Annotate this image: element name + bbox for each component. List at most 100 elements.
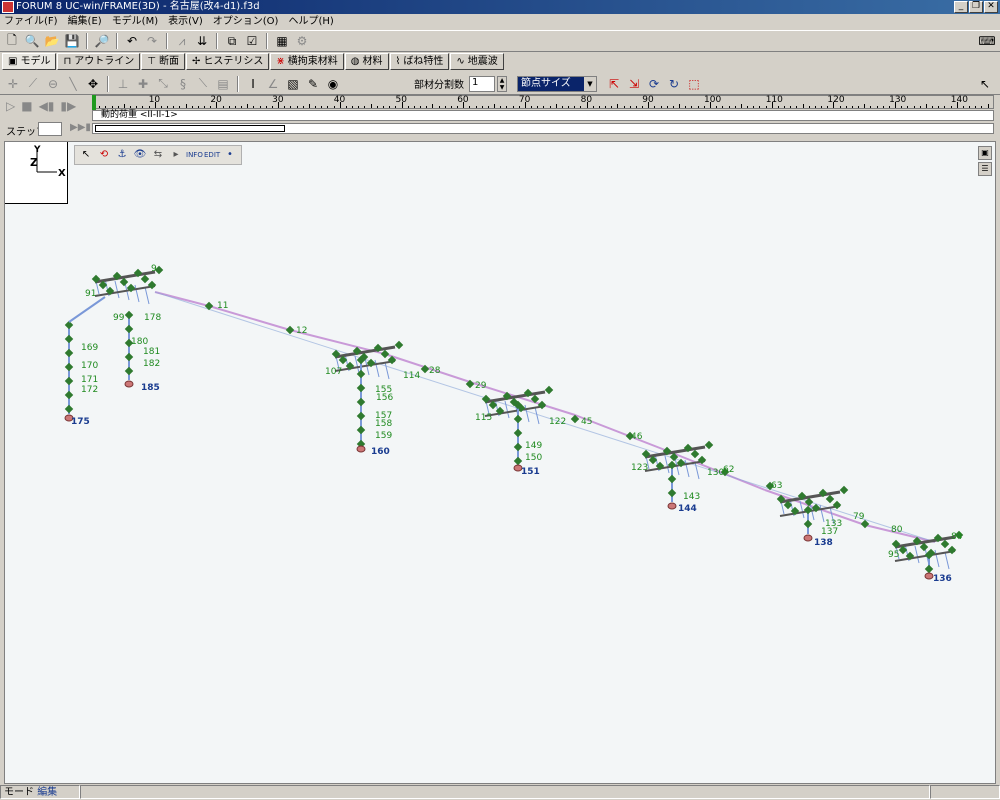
ruler-tick xyxy=(784,106,786,108)
report-icon[interactable]: ⚙ xyxy=(293,32,311,50)
graph-icon[interactable]: ⩘ xyxy=(173,32,191,50)
loads-icon[interactable]: ⇊ xyxy=(193,32,211,50)
tab-outline[interactable]: ⊓ アウトライン xyxy=(57,53,141,70)
refresh-icon[interactable]: ↻ xyxy=(665,75,683,93)
delete-icon[interactable]: ⊖ xyxy=(44,75,62,93)
menu-view[interactable]: 表示(V) xyxy=(168,14,203,29)
spring-tool-icon[interactable]: § xyxy=(174,75,192,93)
node-label: 159 xyxy=(375,431,392,441)
tab-material[interactable]: ◍ 材料 xyxy=(344,53,389,70)
ruler-tick xyxy=(376,106,378,108)
menu-model[interactable]: モデル(M) xyxy=(112,14,158,29)
rotate-icon[interactable]: ⟳ xyxy=(645,75,663,93)
keyboard-icon[interactable]: ⌨ xyxy=(978,32,996,50)
ruler-tick xyxy=(253,106,255,108)
node-size-combo[interactable]: 節点サイズ ▼ xyxy=(517,75,597,92)
node-label: 181 xyxy=(143,347,160,357)
check-icon[interactable]: ☑ xyxy=(243,32,261,50)
separator xyxy=(266,33,268,49)
tab-model[interactable]: ▣ モデル xyxy=(2,53,57,70)
export-icon[interactable]: ⇱ xyxy=(605,75,623,93)
separator xyxy=(216,33,218,49)
print-preview-icon[interactable]: 🔎 xyxy=(93,32,111,50)
angle-icon[interactable]: ∠ xyxy=(264,75,282,93)
import-icon[interactable]: ⇲ xyxy=(625,75,643,93)
ruler-tick xyxy=(382,106,384,108)
ruler-tick xyxy=(179,106,181,108)
ruler-tick xyxy=(259,106,261,108)
redo-icon[interactable]: ↷ xyxy=(143,32,161,50)
pier-member xyxy=(134,284,140,303)
calculator-icon[interactable]: ▦ xyxy=(273,32,291,50)
copy-view-icon[interactable]: ⧉ xyxy=(223,32,241,50)
step-input[interactable] xyxy=(38,122,62,136)
tab-hysteresis[interactable]: ✢ ヒステリシス xyxy=(185,53,270,70)
paint-icon[interactable]: ✎ xyxy=(304,75,322,93)
open-search-icon[interactable]: 🔍 xyxy=(23,32,41,50)
maximize-button[interactable]: ❐ xyxy=(969,1,983,13)
node-label: 137 xyxy=(821,527,838,537)
model-viewport[interactable]: Y Z X ↖ ⟲ ⚓ 👁 ⇆ ▸ INFO EDIT • ▣ ☰ 9 91 99 1… xyxy=(4,141,996,784)
ruler-tick xyxy=(247,104,249,108)
division-input[interactable]: 1 xyxy=(469,75,495,92)
line-icon[interactable]: ╲ xyxy=(64,75,82,93)
deck-member xyxy=(154,291,936,543)
save-icon[interactable]: 💾 xyxy=(63,32,81,50)
ruler-tick xyxy=(679,104,681,108)
skip-end-icon[interactable]: ▶▶▮ xyxy=(70,122,91,133)
ruler-tick xyxy=(969,106,971,108)
minimize-button[interactable]: _ xyxy=(954,1,968,13)
open-folder-icon[interactable]: 📂 xyxy=(43,32,61,50)
app-icon xyxy=(2,1,14,13)
ruler-label: 90 xyxy=(642,95,654,105)
cross-icon[interactable]: ✚ xyxy=(134,75,152,93)
stop-icon[interactable]: ■ xyxy=(21,99,32,113)
beam-icon[interactable]: ⟍ xyxy=(194,75,212,93)
tab-confinement[interactable]: ⋇ 横拘束材料 xyxy=(270,53,344,70)
ruler-tick xyxy=(913,106,915,108)
color-icon[interactable]: ◉ xyxy=(324,75,342,93)
image-icon[interactable]: ▧ xyxy=(284,75,302,93)
column-member xyxy=(68,296,106,323)
add-node-icon[interactable]: ✛ xyxy=(4,75,22,93)
move-icon[interactable]: ✥ xyxy=(84,75,102,93)
diag-icon[interactable]: ⤡ xyxy=(154,75,172,93)
scale-icon[interactable]: ⬚ xyxy=(685,75,703,93)
ruler-tick xyxy=(370,104,372,108)
time-ruler[interactable]: 10 20 30 40 50 60 70 80 90 100 110 120 130 140 xyxy=(92,95,994,109)
pier-member xyxy=(374,359,380,378)
support-label: 151 xyxy=(521,467,540,477)
member-icon[interactable]: ⟋ xyxy=(24,75,42,93)
pointer-icon[interactable]: ↖ xyxy=(976,75,994,93)
node-label: 178 xyxy=(144,313,161,323)
new-file-icon[interactable]: 🗋 xyxy=(3,32,21,50)
undo-icon[interactable]: ↶ xyxy=(123,32,141,50)
node-marker xyxy=(64,404,74,414)
load-case-bar: 動的荷重 <II-II-1> xyxy=(92,110,994,121)
ruler-tick xyxy=(617,104,619,108)
division-spinner[interactable]: ▲ ▼ xyxy=(497,75,507,92)
menu-help[interactable]: ヘルプ(H) xyxy=(288,14,333,29)
menu-options[interactable]: オプション(O) xyxy=(213,14,279,29)
menu-file[interactable]: ファイル(F) xyxy=(4,14,58,29)
node-marker xyxy=(667,488,677,498)
table-icon[interactable]: ▤ xyxy=(214,75,232,93)
node-label: 80 xyxy=(891,525,903,535)
node-label: 12 xyxy=(296,326,307,336)
ruler-tick xyxy=(142,106,144,108)
ruler-tick xyxy=(241,106,243,108)
ibeam-icon[interactable]: Ⅰ xyxy=(244,75,262,93)
menu-edit[interactable]: 編集(E) xyxy=(68,14,102,29)
tab-spring[interactable]: ⌇ ばね特性 xyxy=(389,53,450,70)
support-icon[interactable]: ⊥ xyxy=(114,75,132,93)
node-label: 182 xyxy=(143,359,160,369)
step-back-icon[interactable]: ◀▮ xyxy=(39,99,55,113)
tab-wave[interactable]: ∿ 地震波 xyxy=(450,53,504,70)
close-button[interactable]: ✕ xyxy=(984,1,998,13)
ruler-tick xyxy=(444,106,446,108)
step-forward-icon[interactable]: ▮▶ xyxy=(60,99,76,113)
ruler-tick xyxy=(907,106,909,108)
play-icon[interactable]: ▷ xyxy=(6,99,15,113)
tab-section[interactable]: ⊤ 断面 xyxy=(141,53,185,70)
node-label: 91 xyxy=(85,289,96,299)
